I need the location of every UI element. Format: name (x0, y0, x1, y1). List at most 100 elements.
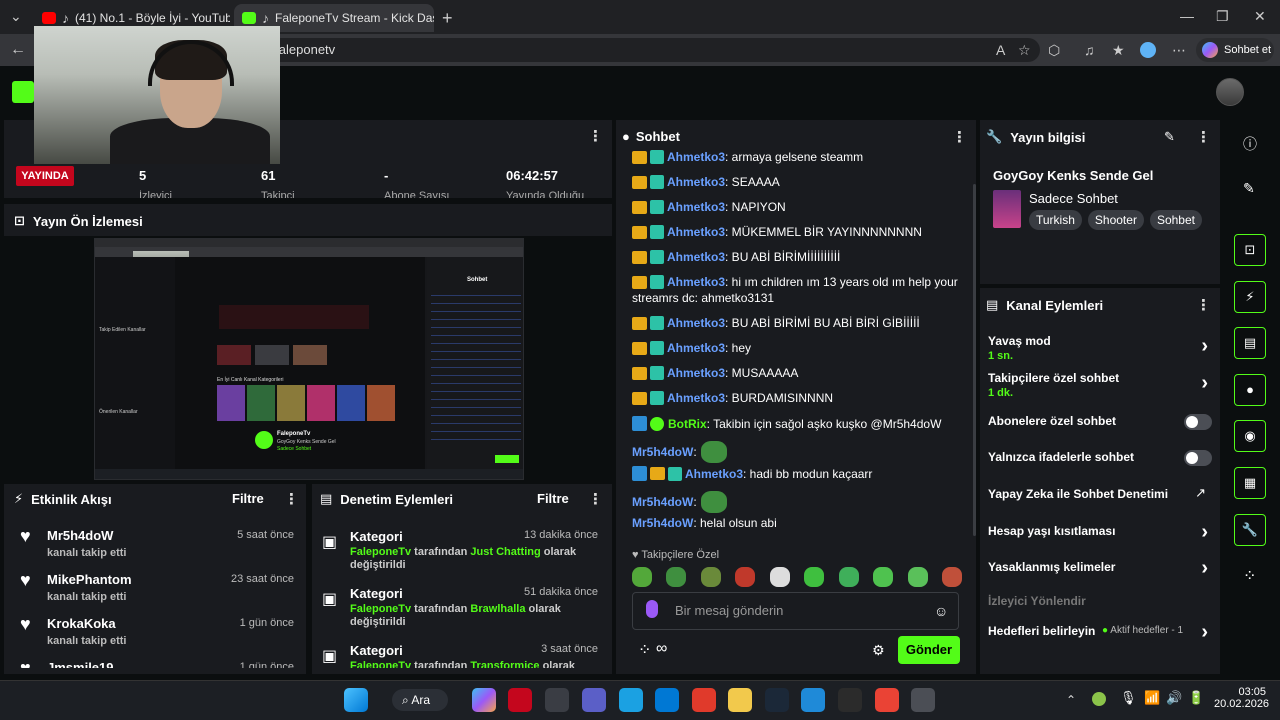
activity-filter[interactable]: Filtre (232, 491, 264, 506)
chat-username[interactable]: Ahmetko3 (667, 225, 725, 239)
channel-action-row[interactable]: Yalnızca ifadelerle sohbet (988, 448, 1214, 478)
chat-message[interactable]: Ahmetko3: NAPIYON (632, 200, 786, 214)
chat-username[interactable]: Ahmetko3 (667, 391, 725, 405)
settings-icon[interactable] (911, 688, 935, 712)
edit-icon[interactable]: ✎ (1164, 129, 1175, 145)
broadcast-toggle-icon[interactable]: ◉ (1234, 420, 1266, 452)
chat-message[interactable]: Ahmetko3: hi ım children ım 13 years old… (632, 275, 958, 289)
vscode-icon[interactable] (655, 688, 679, 712)
emote-icon[interactable] (769, 567, 790, 587)
chat-username[interactable]: BotRix (668, 417, 707, 431)
emote-icon[interactable] (838, 567, 859, 587)
steam-icon[interactable] (765, 688, 789, 712)
chat-message[interactable]: Ahmetko3: BURDAMISINNNN (632, 391, 833, 405)
minimize-icon[interactable]: — (1180, 8, 1194, 24)
chat-username[interactable]: Mr5h4doW (632, 445, 693, 459)
moderation-item[interactable]: ▣ Kategori 51 dakika önce FaleponeTv tarafı… (312, 575, 612, 632)
emote-icon[interactable] (907, 567, 928, 587)
pencil-icon[interactable]: ✎ (1243, 180, 1255, 197)
clock[interactable]: 03:05 20.02.2026 (1214, 686, 1269, 710)
epic-games-icon[interactable] (838, 688, 862, 712)
kebab-icon[interactable]: ⋮ (1196, 128, 1211, 146)
moderation-item[interactable]: ▣ Kategori 3 saat önce FaleponeTv tarafında… (312, 632, 612, 668)
chat-message[interactable]: Ahmetko3: BU ABİ BİRİMİİİİİİİİİİ (632, 250, 840, 264)
emote-icon[interactable] (941, 567, 962, 587)
channel-action-row[interactable]: Takipçilere özel sohbet 1 dk. › (988, 369, 1214, 399)
more-icon[interactable]: ⋯ (1172, 42, 1186, 59)
search-button[interactable]: ⌕ Ara (392, 689, 448, 711)
chat-username[interactable]: Ahmetko3 (667, 366, 725, 380)
chat-scrollbar[interactable] (973, 184, 976, 536)
emoji-icon[interactable]: ☺ (934, 603, 948, 619)
moderation-filter[interactable]: Filtre (537, 491, 569, 506)
chat-message[interactable]: Ahmetko3: SEAAAA (632, 175, 780, 189)
settings-icon[interactable]: ⚙ (872, 642, 885, 659)
extensions-icon[interactable]: ⬡ (1048, 42, 1060, 59)
activity-item[interactable]: ♥ Jmsmile19 1 gün önce (4, 650, 306, 668)
url-field[interactable]: or/faleponetv (200, 38, 1040, 62)
channel-action-row[interactable]: Yavaş mod 1 sn. › (988, 332, 1214, 362)
community-icon[interactable]: ⁘ (1243, 566, 1256, 586)
preview-toggle-icon[interactable]: ⊡ (1234, 234, 1266, 266)
volume-icon[interactable]: 🔊 (1166, 690, 1182, 706)
chat-username[interactable]: Ahmetko3 (667, 341, 725, 355)
windows-start-icon[interactable] (344, 688, 368, 712)
media-icon[interactable]: ♫ (1084, 42, 1095, 58)
tag-pill[interactable]: Shooter (1087, 210, 1144, 230)
emote-icon[interactable] (873, 567, 894, 587)
chevron-right-icon[interactable]: › (1201, 558, 1208, 578)
chat-message[interactable]: Mr5h4doW: (632, 491, 727, 513)
moderation-toggle-icon[interactable]: ▤ (1234, 327, 1266, 359)
channel-action-row[interactable]: Yasaklanmış kelimeler › (988, 558, 1214, 588)
toggle-switch[interactable] (1184, 414, 1212, 430)
microphone-icon[interactable] (646, 600, 658, 618)
read-aloud-icon[interactable]: A (996, 42, 1005, 58)
chat-message[interactable]: Mr5h4doW: helal olsun abi (632, 516, 777, 530)
chat-username[interactable]: Ahmetko3 (667, 200, 725, 214)
back-icon[interactable]: ← (10, 41, 26, 59)
avatar[interactable] (1216, 78, 1244, 106)
emote-icon[interactable] (632, 567, 652, 587)
microphone-tray-icon[interactable]: 🎙 (1120, 690, 1137, 706)
chrome-icon[interactable] (875, 688, 899, 712)
battery-icon[interactable]: 🔋 (1188, 690, 1204, 706)
chevron-right-icon[interactable]: › (1201, 522, 1208, 542)
favorites-icon[interactable]: ★ (1112, 42, 1125, 59)
info-icon[interactable]: ⓘ (1243, 134, 1257, 154)
kebab-icon[interactable]: ⋮ (284, 490, 299, 508)
chat-username[interactable]: Mr5h4doW (632, 495, 693, 509)
activity-item[interactable]: ♥ Mr5h4doW kanalı takip etti 5 saat önce (4, 518, 306, 562)
kebab-icon[interactable]: ⋮ (588, 490, 603, 508)
chat-username[interactable]: Ahmetko3 (667, 316, 725, 330)
chat-username[interactable]: Ahmetko3 (667, 150, 725, 164)
kebab-icon[interactable]: ⋮ (952, 128, 967, 146)
moderation-item[interactable]: ▣ Kategori 13 dakika önce FaleponeTv tarafı… (312, 518, 612, 575)
maximize-icon[interactable]: ❐ (1216, 8, 1229, 25)
tab-list-icon[interactable]: ⌄ (10, 8, 22, 25)
community-icon[interactable]: ⁘ (638, 640, 651, 660)
git-icon[interactable] (692, 688, 716, 712)
chat-message[interactable]: Ahmetko3: armaya gelsene steamm (632, 150, 863, 164)
chat-message[interactable]: Ahmetko3: MÜKEMMEL BİR YAYINNNNNNNN (632, 225, 922, 239)
actions-toggle-icon[interactable]: ▦ (1234, 467, 1266, 499)
tag-pill[interactable]: Turkish (1029, 210, 1082, 230)
weather-icon[interactable] (619, 688, 643, 712)
emote-icon[interactable] (700, 567, 721, 587)
emote-icon[interactable] (735, 567, 756, 587)
store-icon[interactable] (545, 688, 569, 712)
activity-item[interactable]: ♥ KrokaKoka kanalı takip etti 1 gün önce (4, 606, 306, 650)
activity-item[interactable]: ♥ MikePhantom kanalı takip etti 23 saat önc… (4, 562, 306, 606)
kebab-icon[interactable]: ⋮ (1196, 296, 1211, 314)
emote-icon[interactable] (666, 567, 687, 587)
channel-action-row[interactable]: Abonelere özel sohbet (988, 412, 1214, 442)
kick-logo[interactable] (12, 81, 34, 103)
wifi-icon[interactable]: 📶 (1144, 690, 1160, 706)
chat-username[interactable]: Ahmetko3 (667, 175, 725, 189)
channel-action-row[interactable]: Hesap yaşı kısıtlaması › (988, 522, 1214, 552)
chat-message[interactable]: Ahmetko3: hey (632, 341, 751, 355)
tray-app-icon[interactable] (1092, 692, 1106, 706)
chat-toggle-icon[interactable]: ● (1234, 374, 1266, 406)
folder-icon[interactable] (728, 688, 752, 712)
tag-pill[interactable]: Sohbet (1149, 210, 1202, 230)
kebab-icon[interactable]: ⋮ (588, 127, 603, 145)
